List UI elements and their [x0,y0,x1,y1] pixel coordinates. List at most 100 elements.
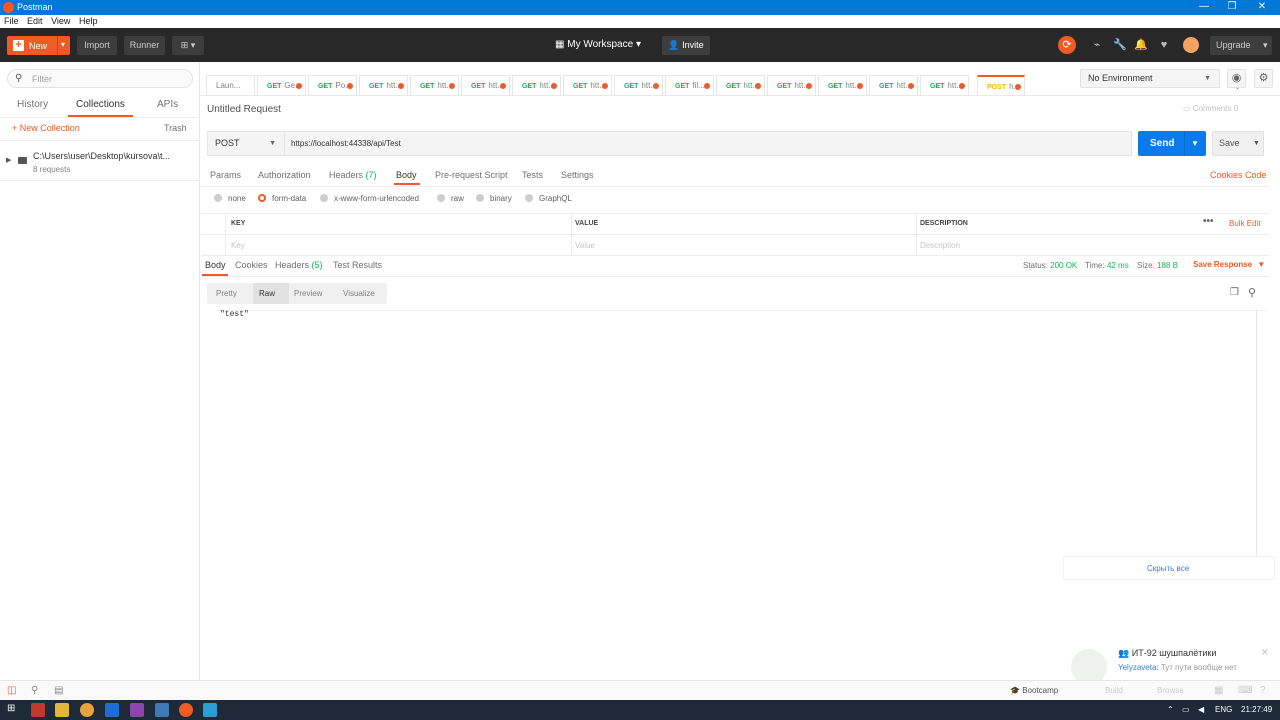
request-tab[interactable]: GET htt... [869,75,918,95]
upgrade-button[interactable]: Upgrade ▾ [1210,36,1272,55]
help-icon[interactable]: ? [1260,685,1266,696]
import-button[interactable]: Import [77,36,117,55]
filter-input[interactable]: ⚲ Filter [7,69,193,88]
method-select[interactable]: POST ▼ [207,131,284,156]
more-icon[interactable]: ••• [1203,216,1214,227]
maximize-button[interactable]: ❐ [1218,0,1246,15]
notes-icon[interactable] [155,703,169,717]
postman-taskbar-icon[interactable] [179,703,193,717]
chevron-right-icon[interactable]: ▶ [6,156,11,164]
menu-edit[interactable]: Edit [27,15,43,28]
minimize-button[interactable]: — [1190,0,1218,15]
new-button[interactable]: + New ▾ [7,36,70,55]
tab-headers[interactable]: Headers (7) [329,170,377,180]
close-window-button[interactable]: ✕ [1248,0,1276,15]
request-tab[interactable]: GET htt... [920,75,969,95]
format-raw[interactable]: Raw [259,289,275,298]
format-preview[interactable]: Preview [294,289,322,298]
invite-button[interactable]: 👤 Invite [662,36,710,55]
browse-button[interactable]: Browse [1157,686,1184,695]
request-tab[interactable]: GET htt... [614,75,663,95]
wrench-icon[interactable]: 🔧 [1113,38,1127,52]
format-visualize[interactable]: Visualize [343,289,375,298]
request-tab[interactable]: GET htt... [359,75,408,95]
avatar[interactable] [1183,37,1199,53]
tab-history[interactable]: History [17,99,48,110]
collection-item[interactable]: ▶ C:\Users\user\Desktop\kursova\t... 8 r… [0,146,200,178]
save-response-button[interactable]: Save Response ▼ [1193,260,1265,269]
send-button[interactable]: Send ▼ [1138,131,1206,156]
request-tab[interactable]: GET htt... [461,75,510,95]
format-pretty[interactable]: Pretty [216,289,237,298]
clock[interactable]: 21:27:49 [1241,705,1272,714]
tab-collections[interactable]: Collections [76,99,125,110]
request-tab-active[interactable]: POSTh... [977,75,1025,95]
tab-apis[interactable]: APIs [157,99,178,110]
layout-icon[interactable]: ▦ [1214,685,1223,696]
menu-help[interactable]: Help [79,15,98,28]
comments-button[interactable]: ▭ Comments 0 [1183,104,1238,113]
tab-body[interactable]: Body [396,170,417,180]
request-tab[interactable]: GET Po... [308,75,357,95]
new-collection-button[interactable]: + New Collection [12,123,80,133]
response-tab-test-results[interactable]: Test Results [333,260,382,270]
heart-icon[interactable]: ♥ [1157,38,1171,52]
request-tab[interactable]: GET htt... [563,75,612,95]
edge-icon[interactable] [105,703,119,717]
keyboard-icon[interactable]: ⌨ [1238,685,1252,696]
runner-button[interactable]: Runner [124,36,165,55]
request-tab[interactable]: GET htt... [716,75,765,95]
response-scrollbar[interactable] [1256,310,1266,580]
request-tab[interactable]: GET htt... [818,75,867,95]
request-tab[interactable]: GET htt... [767,75,816,95]
request-tab[interactable]: GET fil... [665,75,714,95]
menu-file[interactable]: File [4,15,19,28]
radio-graphql[interactable]: GraphQL [525,194,572,203]
response-tab-body[interactable]: Body [205,260,226,270]
radio-x-www-form-urlencoded[interactable]: x-www-form-urlencoded [320,194,419,203]
new-window-button[interactable]: ⊞ ▾ [172,36,204,55]
url-input[interactable]: https://localhost:44338/api/Test [284,131,1132,156]
key-input[interactable]: Key [231,241,245,250]
code-link[interactable]: Code [1245,170,1267,180]
value-input[interactable]: Value [575,241,595,250]
satellite-icon[interactable]: ⌁ [1090,38,1104,52]
network-icon[interactable]: ▭ [1182,705,1190,714]
request-tab[interactable]: GET htt... [512,75,561,95]
environment-select[interactable]: No Environment ▼ [1080,69,1220,88]
hide-all-notifications[interactable]: Скрыть все [1063,556,1275,580]
app-icon[interactable] [31,703,45,717]
trash-button[interactable]: Trash [164,123,187,133]
response-tab-cookies[interactable]: Cookies [235,260,268,270]
request-tab[interactable]: GET htt... [410,75,459,95]
tab-authorization[interactable]: Authorization [258,170,311,180]
copy-icon[interactable]: ❐ [1230,287,1239,298]
workspace-selector[interactable]: ▦ My Workspace ▾ [555,39,641,50]
request-name[interactable]: Untitled Request [207,104,281,115]
console-icon[interactable]: ▤ [54,685,63,696]
sidebar-toggle-icon[interactable]: ◫ [7,685,16,696]
chrome-icon[interactable] [80,703,94,717]
response-body[interactable] [216,310,1266,322]
windows-start-icon[interactable]: ⊞ [7,703,15,714]
sync-icon[interactable]: ⟳ [1058,36,1076,54]
chevron-down-icon[interactable]: ▼ [1253,132,1260,155]
tab-settings[interactable]: Settings [561,170,594,180]
tab-params[interactable]: Params [210,170,241,180]
search-icon[interactable]: ⚲ [1248,286,1256,299]
request-tab[interactable]: GET Ge... [257,75,306,95]
radio-binary[interactable]: binary [476,194,512,203]
bootcamp-button[interactable]: 🎓 Bootcamp [1010,686,1058,695]
description-input[interactable]: Description [920,241,960,250]
request-tab[interactable]: Laun... [206,75,255,95]
volume-icon[interactable]: ◀ [1198,705,1204,714]
chevron-down-icon[interactable]: ▾ [61,40,65,49]
tab-prerequest-script[interactable]: Pre-request Script [435,170,508,180]
language-indicator[interactable]: ENG [1215,705,1232,714]
bulk-edit-link[interactable]: Bulk Edit [1229,219,1261,228]
radio-raw[interactable]: raw [437,194,464,203]
find-icon[interactable]: ⚲ [31,685,38,696]
visual-studio-icon[interactable] [130,703,144,717]
save-button[interactable]: Save ▼ [1212,131,1264,156]
menu-view[interactable]: View [51,15,70,28]
